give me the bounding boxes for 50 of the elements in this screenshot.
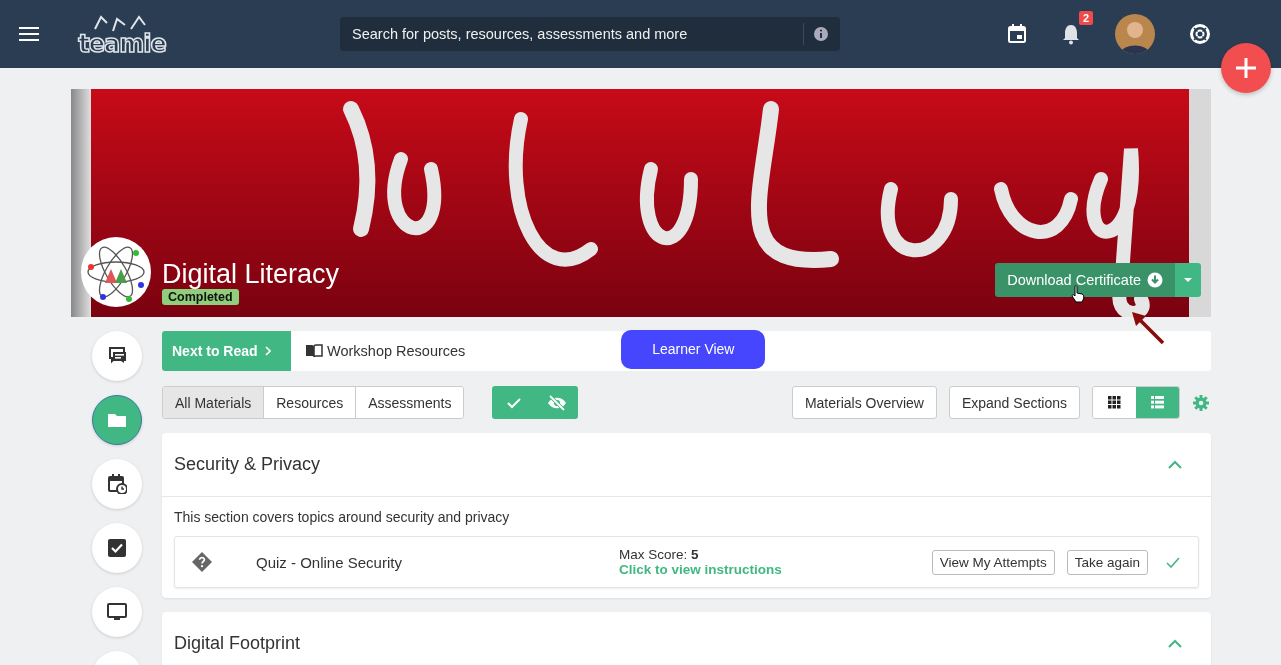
menu-icon[interactable] [19, 26, 39, 42]
grid-icon [1108, 396, 1121, 409]
annotation-arrow [1132, 312, 1165, 345]
filter-tab[interactable]: Assessments [355, 387, 464, 418]
section-title: Security & Privacy [174, 454, 321, 475]
calendar-clock-icon [106, 474, 127, 494]
search-field[interactable]: Search for posts, resources, assessments and more [340, 17, 840, 51]
item-button[interactable]: Take again [1066, 549, 1148, 575]
sidebar-button[interactable] [91, 331, 142, 381]
notification-badge: 2 [1078, 11, 1093, 25]
learner-view-button[interactable]: Learner View [621, 329, 766, 369]
checkbox-icon [106, 538, 127, 558]
toolbar-button[interactable]: Materials Overview [791, 386, 937, 419]
sidebar-button[interactable] [91, 459, 142, 509]
bell-icon[interactable] [1061, 23, 1081, 45]
book-icon [305, 344, 323, 358]
sidebar-button[interactable] [91, 523, 142, 573]
add-button[interactable] [1221, 43, 1271, 93]
sidebar-button[interactable] [91, 587, 142, 637]
question-diamond-icon [192, 552, 212, 572]
course-title: Digital Literacy [162, 259, 340, 289]
caret-icon [1183, 277, 1193, 283]
monitor-icon [106, 602, 127, 622]
logo[interactable]: teamie [77, 13, 167, 55]
atom-drawing [81, 237, 151, 307]
check-icon [506, 396, 521, 409]
logo-text: teamie [78, 33, 166, 55]
hand-cursor-icon [1071, 285, 1086, 303]
download-button[interactable]: Download Certificate [995, 263, 1175, 297]
view-toggle[interactable] [1093, 387, 1136, 418]
section-description: This section covers topics around security and privacy [174, 509, 511, 525]
help-icon[interactable] [1189, 23, 1211, 45]
avatar[interactable] [1115, 14, 1155, 54]
item-button[interactable]: View My Attempts [931, 549, 1055, 575]
chevron-right-icon [264, 346, 271, 356]
list-icon [1151, 396, 1164, 409]
info-icon[interactable] [813, 26, 829, 42]
view-toggle[interactable] [1136, 387, 1179, 418]
max-score: Max Score: 5 [619, 547, 700, 562]
section-title: Digital Footprint [174, 633, 301, 654]
plus-icon [1236, 58, 1256, 78]
eye-slash-icon [546, 394, 567, 411]
download-icon [1147, 272, 1163, 288]
status-badge: Completed [162, 289, 239, 305]
material-title[interactable]: Quiz - Online Security [256, 553, 619, 571]
filter-tab[interactable]: All Materials [163, 387, 264, 418]
toolbar-button[interactable]: Expand Sections [948, 386, 1080, 419]
discussion-icon [106, 346, 127, 366]
resource-link[interactable]: Workshop Resources [305, 343, 466, 359]
calendar-icon[interactable] [1007, 24, 1027, 44]
